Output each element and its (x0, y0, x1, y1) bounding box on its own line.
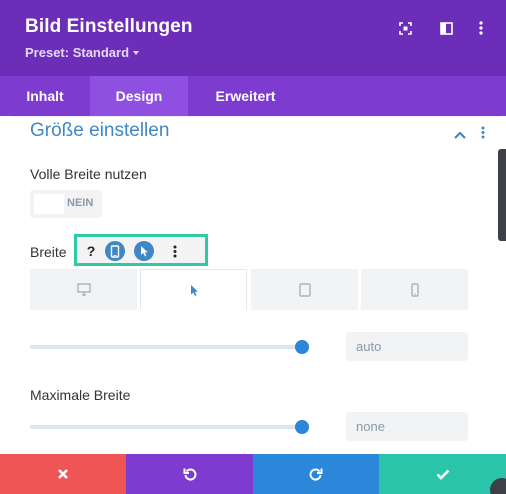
width-label: Breite (30, 244, 67, 260)
max-width-slider-thumb[interactable] (295, 420, 309, 434)
device-tab-desktop[interactable] (30, 269, 137, 310)
preset-dropdown[interactable]: Preset: Standard (25, 45, 140, 60)
device-tab-hover[interactable] (140, 269, 247, 310)
width-value-input[interactable]: auto (346, 332, 468, 361)
max-width-slider-fill (30, 425, 302, 429)
caret-down-icon (133, 50, 140, 55)
max-width-slider-track[interactable] (30, 425, 302, 429)
section-title[interactable]: Größe einstellen (30, 120, 169, 142)
undo-icon (183, 468, 196, 481)
full-width-label: Volle Breite nutzen (30, 166, 147, 182)
settings-panel: Größe einstellen Volle Breite nutzen NEI… (0, 116, 506, 454)
width-slider-thumb[interactable] (295, 340, 309, 354)
chevron-up-icon[interactable] (454, 126, 466, 144)
modal-title: Bild Einstellungen (25, 16, 193, 37)
undo-button[interactable] (126, 454, 253, 494)
section-more-icon[interactable] (481, 126, 485, 144)
close-icon (58, 469, 68, 479)
action-bar (0, 454, 506, 494)
modal-header: Bild Einstellungen Preset: Standard (0, 0, 506, 76)
phone-icon (410, 282, 419, 297)
toolbar-more-icon[interactable] (165, 241, 185, 261)
width-slider-fill (30, 345, 302, 349)
width-slider-track[interactable] (30, 345, 302, 349)
cursor-hover-icon (190, 284, 198, 296)
desktop-icon (76, 283, 91, 296)
tab-inhalt[interactable]: Inhalt (0, 76, 90, 116)
redo-icon (309, 468, 323, 481)
tablet-icon[interactable] (105, 241, 125, 261)
tablet-device-icon (298, 282, 311, 297)
scrollbar-thumb[interactable] (498, 149, 506, 241)
device-tab-phone[interactable] (361, 269, 468, 310)
cursor-icon[interactable] (134, 241, 154, 261)
split-view-icon[interactable] (438, 20, 454, 36)
cancel-button[interactable] (0, 454, 126, 494)
more-icon[interactable] (473, 20, 489, 36)
toggle-state: NEIN (67, 197, 94, 209)
redo-button[interactable] (253, 454, 379, 494)
device-tabs (30, 269, 468, 310)
tab-design[interactable]: Design (90, 76, 188, 116)
help-icon[interactable]: ? (81, 241, 101, 261)
check-icon (436, 469, 449, 480)
preset-label: Preset: Standard (25, 45, 130, 60)
hover-toolbar: ? (74, 234, 208, 266)
max-width-value-input[interactable]: none (346, 412, 468, 441)
section-divider (13, 116, 501, 117)
device-tab-tablet[interactable] (251, 269, 358, 310)
tab-bar: Inhalt Design Erweitert (0, 76, 506, 116)
focus-icon[interactable] (397, 20, 413, 36)
tab-erweitert[interactable]: Erweitert (188, 76, 303, 116)
toggle-knob (34, 194, 64, 214)
save-button[interactable] (379, 454, 506, 494)
max-width-label: Maximale Breite (30, 387, 131, 403)
full-width-toggle[interactable]: NEIN (30, 190, 102, 218)
